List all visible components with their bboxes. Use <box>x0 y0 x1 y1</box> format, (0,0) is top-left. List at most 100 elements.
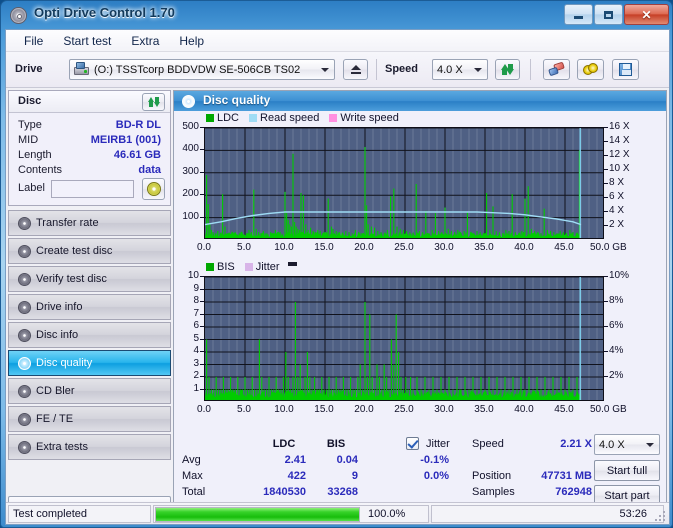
y-tick <box>200 301 204 302</box>
speed-stat-label: Speed <box>472 438 504 450</box>
ldc-chart-svg <box>205 128 603 238</box>
sidebar-item-transfer-rate[interactable]: Transfer rate <box>8 210 171 236</box>
x-tick-label: 40.0 <box>514 404 534 415</box>
legend-swatch-ldc <box>206 114 214 122</box>
minimize-button[interactable] <box>564 4 593 25</box>
disc-mid-label: MID <box>18 134 39 146</box>
y-tick <box>200 326 204 327</box>
disc-quality-icon <box>182 95 195 108</box>
disc-icon <box>146 182 161 196</box>
toolbar-separator-1 <box>376 59 377 80</box>
sidebar-item-extra-tests[interactable]: Extra tests <box>8 434 171 460</box>
speed-select-value: 4.0 X <box>437 63 463 76</box>
legend-label-ldc: LDC <box>217 112 240 124</box>
start-full-button[interactable]: Start full <box>594 460 660 481</box>
x-tick-label: 30.0 <box>434 404 454 415</box>
x-tick-label: 35.0 <box>474 242 494 253</box>
menu-start-test[interactable]: Start test <box>54 32 120 50</box>
y2-tick-label: 12 X <box>609 149 630 160</box>
sidebar-item-verify-test-disc[interactable]: Verify test disc <box>8 266 171 292</box>
drive-select[interactable]: (O:) TSSTcorp BDDVDW SE-506CB TS02 <box>69 59 335 80</box>
x-tick-label: 45.0 <box>554 242 574 253</box>
test-speed-select[interactable]: 4.0 X <box>594 434 660 455</box>
y-tick-label: 200 <box>182 188 199 200</box>
elapsed-time: 53:26 <box>431 505 664 523</box>
multi-disc-icon <box>583 63 598 76</box>
disc-mid-value: MEIRB1 (001) <box>90 134 161 146</box>
sidebar-item-drive-info[interactable]: Drive info <box>8 294 171 320</box>
jitter-checkbox[interactable] <box>406 437 419 450</box>
stats-max-bis: 9 <box>351 470 358 482</box>
stats-row-max-label: Max <box>182 470 203 482</box>
speed-select[interactable]: 4.0 X <box>432 59 488 80</box>
transfer-rate-icon <box>18 216 31 230</box>
speed-label: Speed <box>385 63 419 75</box>
sidebar-item-cd-bler[interactable]: CD Bler <box>8 378 171 404</box>
disc-label-input[interactable] <box>51 180 134 198</box>
x-tick-label: 0.0 <box>197 242 211 253</box>
stats-total-ldc: 1840530 <box>263 486 306 498</box>
legend-label-read-speed: Read speed <box>260 112 320 124</box>
create-test-disc-icon <box>18 244 31 258</box>
maximize-button[interactable] <box>594 4 623 25</box>
app-window: Opti Drive Control 1.70 ✕ File Start tes… <box>0 0 673 528</box>
resize-grip[interactable] <box>655 511 666 522</box>
close-button[interactable]: ✕ <box>624 4 669 25</box>
y-tick <box>200 376 204 377</box>
y2-tick <box>604 351 608 352</box>
x-tick-label: 35.0 <box>474 404 494 415</box>
sidebar-item-label: Verify test disc <box>36 273 107 285</box>
erase-disc-button[interactable] <box>543 59 570 80</box>
y2-tick <box>604 276 608 277</box>
y-tick-label: 400 <box>182 143 199 155</box>
status-message: Test completed <box>8 505 151 523</box>
title-bar: Opti Drive Control 1.70 ✕ <box>1 1 673 30</box>
y-tick-label: 9 <box>193 282 199 294</box>
save-button[interactable] <box>612 59 639 80</box>
sidebar-item-create-test-disc[interactable]: Create test disc <box>8 238 171 264</box>
cd-bler-icon <box>18 384 31 398</box>
y2-tick-label: 10% <box>609 270 630 281</box>
disc-info-box: Disc Type BD-R DL MID MEIRB1 (001) Lengt… <box>8 90 171 206</box>
legend-label-jitter: Jitter <box>255 261 280 273</box>
legend-label-bis: BIS <box>217 261 235 273</box>
disc-contents-value: data <box>138 164 161 176</box>
y-tick <box>200 216 204 218</box>
sidebar-item-label: FE / TE <box>36 413 74 425</box>
y-tick <box>200 388 204 390</box>
toolbar: Drive (O:) TSSTcorp BDDVDW SE-506CB TS02… <box>6 52 669 88</box>
disc-info-title: Disc <box>18 95 42 107</box>
y-tick <box>200 313 204 315</box>
y2-tick <box>604 183 608 184</box>
sidebar-item-label: Disc info <box>36 329 79 341</box>
y2-tick <box>604 197 608 198</box>
y2-tick-label: 4 X <box>609 205 625 216</box>
progress-text: 100.0% <box>368 508 406 520</box>
stats-header-bis: BIS <box>326 438 346 450</box>
sidebar-item-disc-info[interactable]: Disc info <box>8 322 171 348</box>
disc-quality-icon <box>18 356 31 370</box>
legend-swatch-bis <box>206 263 214 271</box>
y-tick-label: 6 <box>193 320 199 331</box>
y2-tick-label: 8 X <box>609 177 625 188</box>
y2-tick <box>604 127 608 128</box>
refresh-button[interactable] <box>495 59 520 80</box>
y2-tick-label: 6 X <box>609 191 625 202</box>
sidebar-item-disc-quality[interactable]: Disc quality <box>8 350 171 376</box>
menu-extra[interactable]: Extra <box>122 32 168 50</box>
eject-button[interactable] <box>343 59 368 80</box>
disc-label-button[interactable] <box>142 178 165 200</box>
sidebar-item-fe-te[interactable]: FE / TE <box>8 406 171 432</box>
multi-disc-button[interactable] <box>577 59 604 80</box>
drive-label: Drive <box>15 63 43 75</box>
menu-file[interactable]: File <box>15 32 52 50</box>
y-tick-label: 500 <box>182 121 199 132</box>
samples-stat-value: 762948 <box>555 486 592 498</box>
disc-refresh-button[interactable] <box>142 93 165 111</box>
x-tick-label: 20.0 <box>354 242 374 253</box>
sidebar-item-label: Disc quality <box>36 357 93 369</box>
window-controls: ✕ <box>563 4 669 25</box>
x-tick-label: 40.0 <box>514 242 534 253</box>
menu-help[interactable]: Help <box>170 32 213 50</box>
y-tick <box>200 351 204 352</box>
